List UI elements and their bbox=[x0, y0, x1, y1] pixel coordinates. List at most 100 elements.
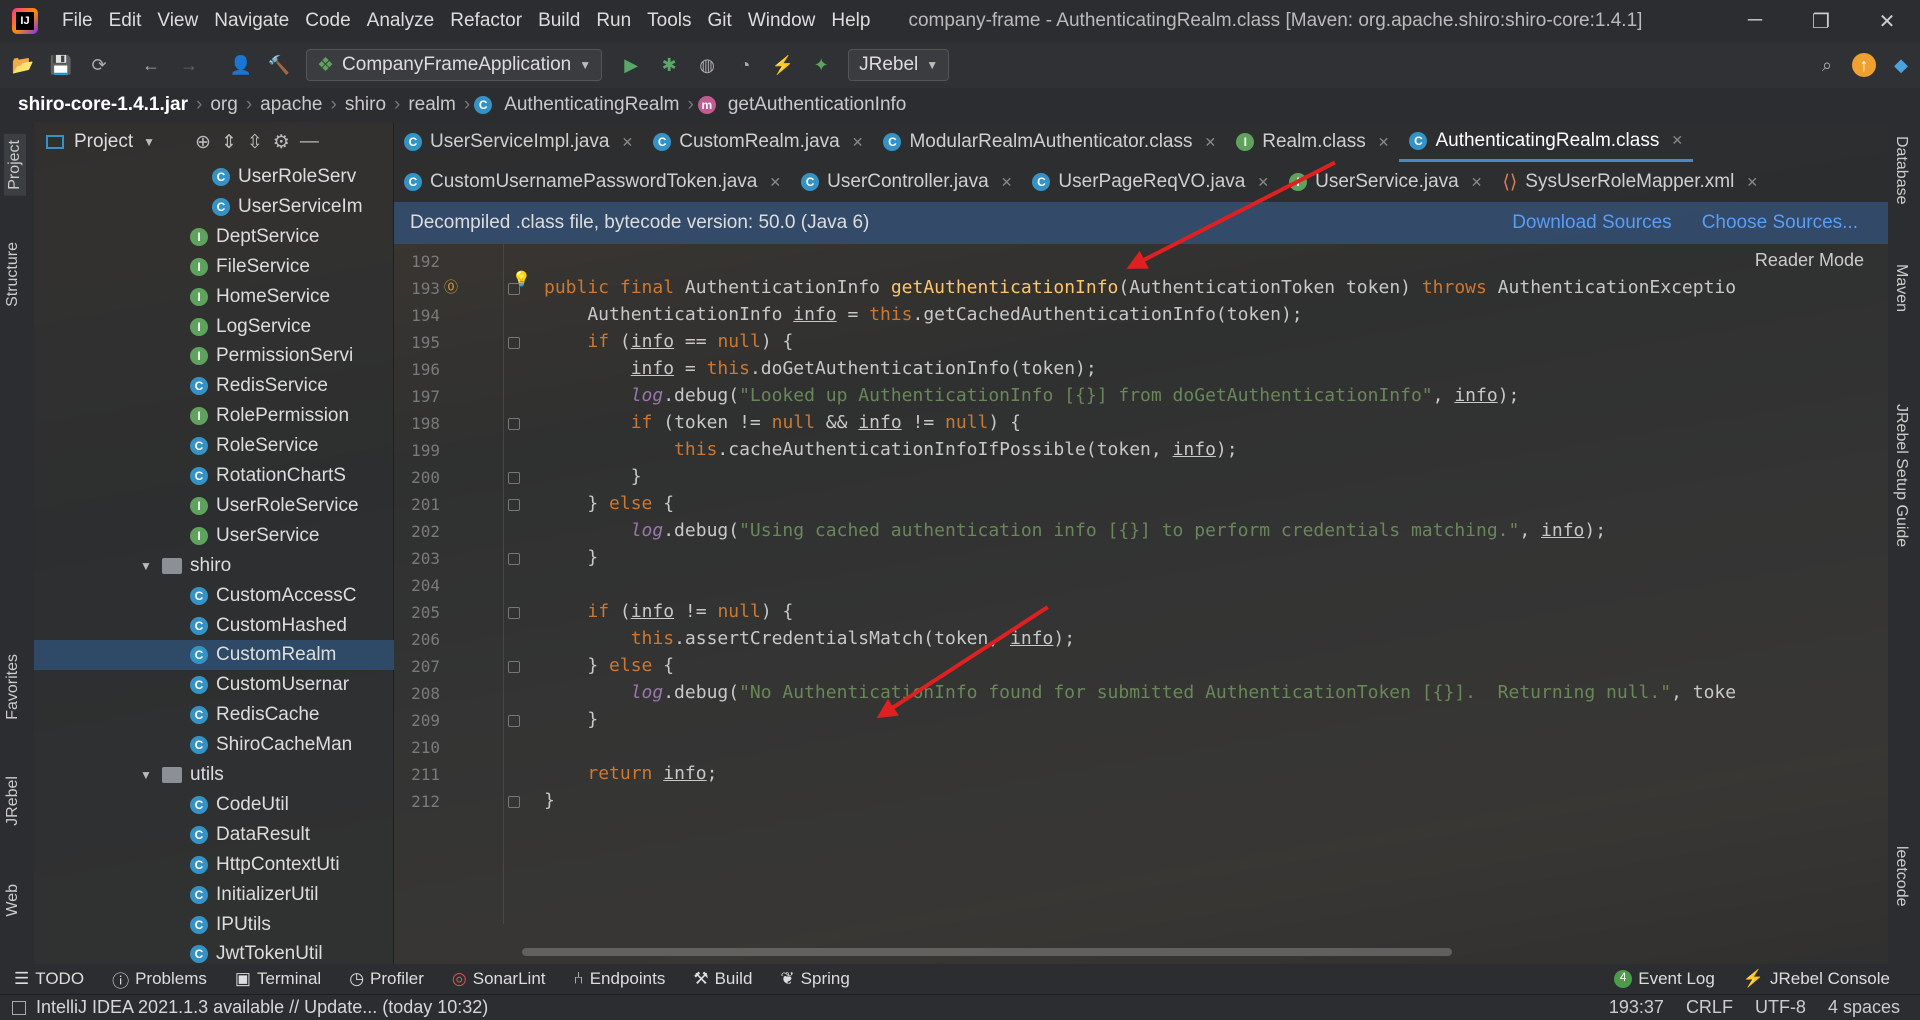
tree-item[interactable]: I HomeService bbox=[34, 282, 394, 312]
tab-leetcode[interactable]: leetcode bbox=[1892, 846, 1910, 907]
terminal-tool[interactable]: ▣ Terminal bbox=[235, 969, 321, 989]
code-line[interactable]: } bbox=[544, 466, 642, 487]
editor-tab[interactable]: C UserController.java ✕ bbox=[791, 162, 1022, 202]
lightbulb-icon[interactable]: 💡 bbox=[512, 270, 531, 288]
tree-item[interactable]: C UserServiceIm bbox=[34, 192, 394, 222]
fold-marker-icon[interactable] bbox=[508, 418, 520, 430]
code-line[interactable]: log.debug("No AuthenticationInfo found f… bbox=[544, 682, 1736, 703]
tab-favorites[interactable]: Favorites bbox=[4, 654, 22, 720]
tree-item[interactable]: I RolePermission bbox=[34, 401, 394, 431]
tree-item[interactable]: I LogService bbox=[34, 312, 394, 342]
fold-marker-icon[interactable] bbox=[508, 796, 520, 808]
breadcrumb-apache[interactable]: apache bbox=[256, 94, 326, 116]
chevron-down-icon[interactable]: ▼ bbox=[143, 135, 155, 149]
save-icon[interactable]: 💾 bbox=[48, 52, 74, 78]
tree-item[interactable]: C RoleService bbox=[34, 431, 394, 461]
code-line[interactable]: log.debug("Using cached authentication i… bbox=[544, 520, 1606, 541]
code-line[interactable]: AuthenticationInfo info = this.getCached… bbox=[544, 304, 1302, 325]
hammer-icon[interactable]: 🔨 bbox=[266, 52, 292, 78]
menu-view[interactable]: View bbox=[149, 0, 206, 42]
debug-icon[interactable]: ✱ bbox=[656, 52, 682, 78]
tab-jrebel[interactable]: JRebel bbox=[4, 776, 22, 826]
close-tab-icon[interactable]: ✕ bbox=[622, 134, 634, 151]
run-configuration-select[interactable]: ❖ CompanyFrameApplication ▼ bbox=[306, 49, 603, 81]
code-line[interactable]: this.cacheAuthenticationInfoIfPossible(t… bbox=[544, 439, 1238, 460]
tree-item[interactable]: C ShiroCacheMan bbox=[34, 730, 394, 760]
profiler-tool[interactable]: ◷ Profiler bbox=[349, 969, 424, 989]
tree-folder-utils[interactable]: ▼ utils bbox=[34, 760, 394, 790]
close-tab-icon[interactable]: ✕ bbox=[1671, 132, 1683, 149]
event-log-tool[interactable]: 4 Event Log bbox=[1614, 969, 1715, 989]
breadcrumb-jar[interactable]: shiro-core-1.4.1.jar bbox=[14, 94, 192, 116]
breadcrumb-class[interactable]: AuthenticatingRealm bbox=[500, 94, 683, 116]
editor-tab[interactable]: I Realm.class ✕ bbox=[1226, 122, 1399, 162]
profile-icon[interactable]: ◔ bbox=[732, 52, 758, 78]
menu-code[interactable]: Code bbox=[297, 0, 358, 42]
menu-analyze[interactable]: Analyze bbox=[359, 0, 443, 42]
run-icon[interactable]: ▶ bbox=[618, 52, 644, 78]
code-line[interactable]: } bbox=[544, 790, 555, 811]
menu-refactor[interactable]: Refactor bbox=[442, 0, 530, 42]
collapse-all-icon[interactable]: ⇳ bbox=[247, 131, 263, 154]
close-tab-icon[interactable]: ✕ bbox=[1205, 134, 1217, 151]
tree-item[interactable]: C DataResult bbox=[34, 820, 394, 850]
close-tab-icon[interactable]: ✕ bbox=[1001, 174, 1013, 191]
chevron-down-icon[interactable]: ▼ bbox=[140, 768, 156, 782]
close-icon[interactable]: ✕ bbox=[1854, 9, 1920, 34]
fold-marker-icon[interactable] bbox=[508, 607, 520, 619]
code-line[interactable]: if (info == null) { bbox=[544, 331, 793, 352]
todo-tool[interactable]: ☰ TODO bbox=[14, 969, 84, 989]
restore-icon[interactable]: ❐ bbox=[1788, 9, 1854, 34]
code-view[interactable]: 192 193 194 195 196 197 198 199 200 201 202 203 204 2… bbox=[394, 244, 1888, 924]
tree-item[interactable]: C UserRoleServ bbox=[34, 162, 394, 192]
tree-item[interactable]: C IPUtils bbox=[34, 910, 394, 940]
tree-item[interactable]: C HttpContextUti bbox=[34, 850, 394, 880]
status-message[interactable]: IntelliJ IDEA 2021.1.3 available // Upda… bbox=[36, 997, 488, 1018]
editor-tab[interactable]: C ModularRealmAuthenticator.class ✕ bbox=[873, 122, 1226, 162]
menu-window[interactable]: Window bbox=[740, 0, 824, 42]
breadcrumb-method[interactable]: getAuthenticationInfo bbox=[724, 94, 911, 116]
fold-marker-icon[interactable] bbox=[508, 499, 520, 511]
editor-tab[interactable]: C UserServiceImpl.java ✕ bbox=[394, 122, 643, 162]
hide-icon[interactable]: — bbox=[300, 131, 319, 153]
tab-maven[interactable]: Maven bbox=[1892, 264, 1910, 312]
indent-setting[interactable]: 4 spaces bbox=[1828, 997, 1900, 1018]
tab-database[interactable]: Database bbox=[1892, 136, 1910, 205]
code-line[interactable]: if (info != null) { bbox=[544, 601, 793, 622]
close-tab-icon[interactable]: ✕ bbox=[769, 174, 781, 191]
spring-tool[interactable]: ❦ Spring bbox=[780, 969, 849, 989]
choose-sources-link[interactable]: Choose Sources... bbox=[1702, 212, 1858, 234]
chevron-down-icon[interactable]: ▼ bbox=[140, 559, 156, 573]
minimize-icon[interactable]: ─ bbox=[1722, 9, 1788, 34]
editor-tab[interactable]: ⟨⟩ SysUserRoleMapper.xml ✕ bbox=[1492, 162, 1768, 202]
breadcrumb-shiro[interactable]: shiro bbox=[341, 94, 390, 116]
reader-mode-button[interactable]: Reader Mode bbox=[1755, 250, 1864, 271]
forward-arrow-icon[interactable]: → bbox=[176, 52, 202, 78]
close-tab-icon[interactable]: ✕ bbox=[1471, 174, 1483, 191]
sonarlint-tool[interactable]: ◎ SonarLint bbox=[452, 969, 546, 989]
jrebel-run-icon[interactable]: ⚡ bbox=[770, 52, 796, 78]
build-tool[interactable]: ⚒ Build bbox=[693, 969, 752, 989]
menu-build[interactable]: Build bbox=[530, 0, 588, 42]
fold-marker-icon[interactable] bbox=[508, 472, 520, 484]
code-line[interactable]: public final AuthenticationInfo getAuthe… bbox=[544, 277, 1736, 298]
search-icon[interactable]: ⌕ bbox=[1814, 52, 1840, 78]
layout-icon[interactable] bbox=[12, 1000, 26, 1015]
tree-item[interactable]: I UserService bbox=[34, 521, 394, 551]
fold-marker-icon[interactable] bbox=[508, 553, 520, 565]
tab-project[interactable]: Project bbox=[4, 134, 26, 196]
cursor-position[interactable]: 193:37 bbox=[1609, 997, 1664, 1018]
tree-item[interactable]: C RedisCache bbox=[34, 700, 394, 730]
tree-item[interactable]: C CodeUtil bbox=[34, 790, 394, 820]
editor-tab[interactable]: C CustomUsernamePasswordToken.java ✕ bbox=[394, 162, 791, 202]
tree-item[interactable]: C RotationChartS bbox=[34, 461, 394, 491]
tree-item[interactable]: I UserRoleService bbox=[34, 491, 394, 521]
open-folder-icon[interactable]: 📂 bbox=[10, 52, 36, 78]
editor-tab[interactable]: C CustomRealm.java ✕ bbox=[643, 122, 873, 162]
close-tab-icon[interactable]: ✕ bbox=[1746, 174, 1758, 191]
tree-item[interactable]: C CustomHashed bbox=[34, 611, 394, 641]
tree-item[interactable]: I PermissionServi bbox=[34, 341, 394, 371]
fold-marker-icon[interactable] bbox=[508, 715, 520, 727]
menu-git[interactable]: Git bbox=[700, 0, 740, 42]
update-icon[interactable]: ↑ bbox=[1852, 53, 1876, 77]
